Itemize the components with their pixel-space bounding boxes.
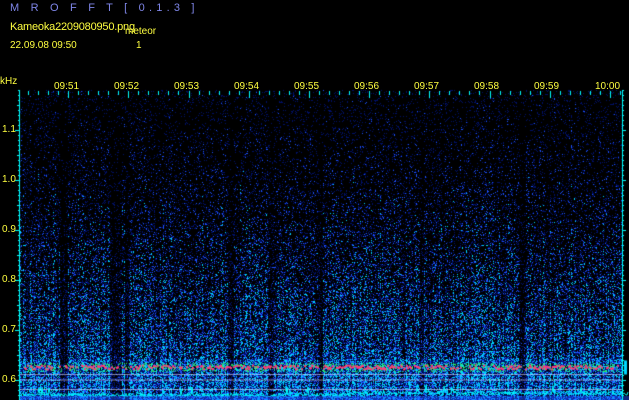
meteor-count: 1 xyxy=(136,40,142,51)
mrofft-window: M R O F F T [ 0.1.3 ] Kameoka2209080950.… xyxy=(0,0,629,400)
timestamp: 22.09.08 09:50 xyxy=(10,40,77,51)
time-label: 09:55 xyxy=(294,81,320,92)
time-label: 09:57 xyxy=(414,81,440,92)
file-name: Kameoka2209080950.png xyxy=(10,21,135,33)
time-label: 09:56 xyxy=(354,81,380,92)
frequency-label: 0.6 xyxy=(2,374,16,385)
time-label: 09:51 xyxy=(54,81,80,92)
time-label: 10:00 xyxy=(595,81,621,92)
frequency-unit-label: kHz xyxy=(0,76,18,87)
time-label: 09:58 xyxy=(474,81,500,92)
frequency-label: 1.0 xyxy=(2,174,16,185)
time-label: 09:59 xyxy=(534,81,560,92)
frequency-label: 0.8 xyxy=(2,274,16,285)
app-title: M R O F F T [ 0.1.3 ] xyxy=(10,2,199,14)
frequency-label: 0.7 xyxy=(2,324,16,335)
frequency-label: 1.1 xyxy=(2,124,16,135)
spectrogram-canvas xyxy=(0,0,629,400)
time-label: 09:53 xyxy=(174,81,200,92)
frequency-label: 0.9 xyxy=(2,224,16,235)
time-label: 09:52 xyxy=(114,81,140,92)
meteor-label: meteor xyxy=(125,26,157,37)
time-label: 09:54 xyxy=(234,81,260,92)
